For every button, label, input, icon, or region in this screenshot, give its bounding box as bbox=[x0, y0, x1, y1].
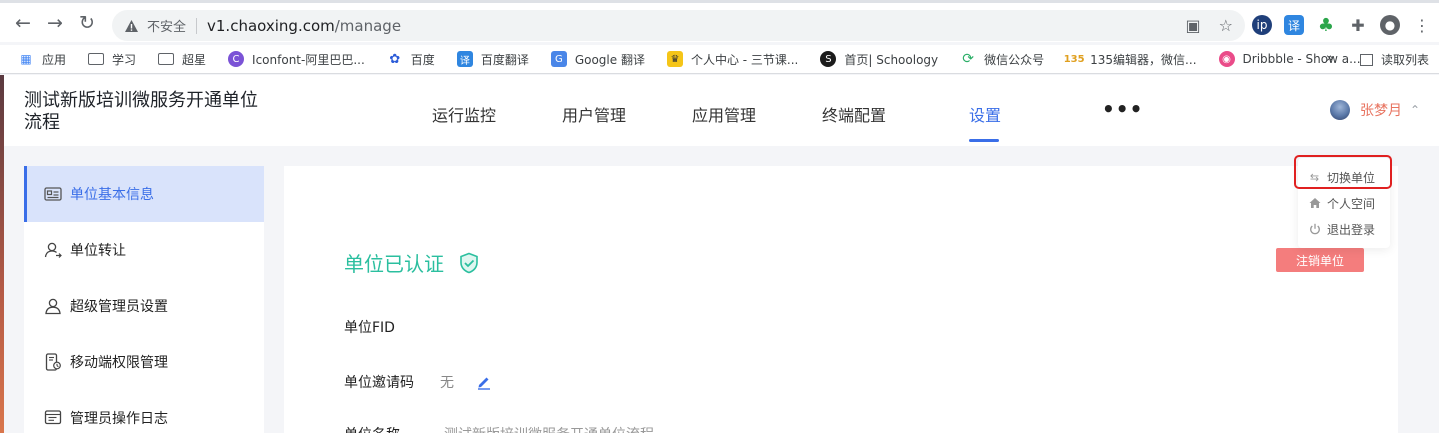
avatar bbox=[1330, 100, 1350, 120]
bookmarks-overflow-icon[interactable]: » bbox=[1326, 51, 1334, 66]
id-card-icon bbox=[44, 185, 62, 203]
sidebar-item-mobile-permissions[interactable]: 移动端权限管理 bbox=[24, 334, 264, 390]
sidebar-item-label: 单位转让 bbox=[70, 243, 126, 259]
bookmark-item[interactable]: ◉ Dribbble - Show a... bbox=[1218, 51, 1361, 67]
bookmark-item[interactable]: G Google 翻译 bbox=[550, 51, 645, 68]
bookmark-item[interactable]: 译百度翻译 bbox=[456, 51, 529, 68]
insecure-label: 不安全 bbox=[147, 20, 187, 35]
baidu-paw-icon: ✿ bbox=[389, 51, 401, 67]
home-icon bbox=[1308, 197, 1321, 210]
edit-icon[interactable] bbox=[476, 374, 492, 390]
bookmark-item[interactable]: 超星 bbox=[158, 51, 206, 68]
apps-grid-icon: ▦ bbox=[20, 52, 32, 66]
sidebar-item-basic-info[interactable]: 单位基本信息 bbox=[24, 166, 264, 222]
bookmark-item[interactable]: S 首页| Schoology bbox=[820, 51, 938, 68]
admin-user-icon bbox=[44, 297, 62, 315]
puzzle-extensions-icon[interactable]: ✚ bbox=[1348, 15, 1368, 35]
bookmark-item[interactable]: ▦ 应用 bbox=[18, 51, 66, 68]
bookmark-item[interactable]: 学习 bbox=[88, 51, 136, 68]
nav-app-management[interactable]: 应用管理 bbox=[692, 102, 756, 126]
mobile-permission-icon bbox=[44, 353, 62, 371]
user-menu-trigger[interactable]: 张梦月 ⌃ bbox=[1330, 100, 1420, 120]
editor-135-icon: 135 bbox=[1063, 53, 1085, 65]
folder-icon bbox=[88, 53, 105, 65]
clover-extension-icon[interactable]: ♣ bbox=[1316, 15, 1336, 36]
url-separator bbox=[196, 17, 198, 34]
chevron-up-icon: ⌃ bbox=[1410, 103, 1421, 117]
menu-item-logout[interactable]: 退出登录 bbox=[1298, 216, 1390, 242]
sidebar-item-label: 移动端权限管理 bbox=[70, 355, 168, 371]
reading-list-icon bbox=[1359, 53, 1373, 66]
sidebar-item-transfer[interactable]: 单位转让 bbox=[24, 222, 264, 278]
profile-icon[interactable]: ● bbox=[1380, 15, 1400, 35]
more-icon[interactable]: ••• bbox=[1102, 97, 1143, 121]
annotation-highlight-box bbox=[1294, 155, 1392, 189]
field-value: 测试新版培训微服务开通单位流程 bbox=[444, 424, 654, 433]
url-host: v1.chaoxing.com bbox=[207, 16, 335, 35]
crown-icon: ♛ bbox=[666, 51, 683, 67]
sidebar-item-label: 超级管理员设置 bbox=[70, 299, 168, 315]
dribbble-icon: ◉ bbox=[1218, 51, 1235, 67]
translate-page-icon[interactable]: ▣ bbox=[1186, 16, 1201, 35]
bookmark-item[interactable]: 135 135编辑器，微信... bbox=[1063, 51, 1197, 68]
app-header: 测试新版培训微服务开通单位流程 运行监控 用户管理 应用管理 终端配置 设置 •… bbox=[4, 75, 1439, 146]
forward-icon[interactable]: → bbox=[42, 10, 68, 36]
verified-status: 单位已认证 bbox=[344, 248, 480, 277]
baidu-translate-icon: 译 bbox=[456, 51, 473, 67]
back-icon[interactable]: ← bbox=[10, 10, 36, 36]
sidebar-item-label: 管理员操作日志 bbox=[70, 411, 168, 427]
folder-icon bbox=[158, 53, 175, 65]
bookmark-item[interactable]: ✿ 百度 bbox=[387, 51, 434, 68]
iconfont-icon: C bbox=[228, 51, 245, 67]
field-invite-code: 单位邀请码 无 bbox=[344, 372, 492, 392]
menu-item-personal-space[interactable]: 个人空间 bbox=[1298, 190, 1390, 216]
nav-active-indicator bbox=[969, 139, 999, 142]
field-org-fid: 单位FID bbox=[344, 317, 395, 337]
log-icon bbox=[44, 409, 62, 427]
reading-list-button[interactable]: 读取列表 bbox=[1359, 45, 1429, 74]
reload-icon[interactable]: ↻ bbox=[74, 10, 100, 36]
verified-title: 单位已认证 bbox=[344, 252, 444, 276]
user-name: 张梦月 bbox=[1360, 103, 1402, 119]
extensions-bar: ip 译 ♣ ✚ ● ⋮ bbox=[1252, 11, 1432, 39]
field-org-name: 单位名称 测试新版培训微服务开通单位流程 bbox=[344, 424, 654, 433]
shield-check-icon bbox=[458, 252, 480, 274]
org-title: 测试新版培训微服务开通单位流程 bbox=[24, 90, 258, 133]
schoology-icon: S bbox=[820, 51, 837, 67]
omnibox-actions: ▣ ☆ bbox=[1186, 10, 1233, 41]
url-path: /manage bbox=[334, 16, 402, 35]
sidebar-item-admin-log[interactable]: 管理员操作日志 bbox=[24, 390, 264, 433]
translate-extension-icon[interactable]: 译 bbox=[1284, 15, 1304, 35]
menu-kebab-icon[interactable]: ⋮ bbox=[1412, 15, 1432, 35]
settings-sidebar: 单位基本信息 单位转让 超级管理员设置 移动端权限管理 管理员操作日志 bbox=[24, 166, 264, 433]
nav-run-monitor[interactable]: 运行监控 bbox=[432, 102, 496, 126]
sidebar-item-super-admin[interactable]: 超级管理员设置 bbox=[24, 278, 264, 334]
field-value: 无 bbox=[440, 375, 454, 391]
sidebar-item-label: 单位基本信息 bbox=[70, 187, 154, 203]
bookmark-star-icon[interactable]: ☆ bbox=[1219, 16, 1233, 35]
field-label: 单位邀请码 bbox=[344, 375, 414, 391]
bookmark-item[interactable]: ♛ 个人中心 - 三节课... bbox=[666, 51, 798, 68]
user-transfer-icon bbox=[44, 241, 62, 259]
ip-extension-icon[interactable]: ip bbox=[1252, 15, 1272, 35]
address-bar[interactable]: 不安全 v1.chaoxing.com/manage ▣ ☆ bbox=[112, 10, 1245, 41]
field-label: 单位FID bbox=[344, 320, 395, 336]
browser-toolbar: ← → ↻ 不安全 v1.chaoxing.com/manage ▣ ☆ ip … bbox=[0, 0, 1439, 42]
bookmarks-bar: ▦ 应用 学习 超星 C Iconfont-阿里巴巴... ✿ 百度 译百度翻译 GG… bbox=[0, 45, 1439, 74]
deregister-org-button[interactable]: 注销单位 bbox=[1276, 248, 1364, 272]
google-translate-icon: G bbox=[550, 51, 567, 67]
field-label: 单位名称 bbox=[344, 424, 400, 433]
warning-icon bbox=[124, 19, 139, 33]
bookmark-item[interactable]: C Iconfont-阿里巴巴... bbox=[228, 51, 365, 68]
power-icon bbox=[1308, 223, 1321, 236]
nav-terminal-config[interactable]: 终端配置 bbox=[822, 102, 886, 126]
nav-settings[interactable]: 设置 bbox=[969, 102, 1001, 126]
wechat-icon: ⟳ bbox=[962, 51, 974, 67]
main-content: 单位已认证 注销单位 单位FID 单位邀请码 无 单位名称 测试新版培训微服务开… bbox=[284, 166, 1398, 433]
bookmark-item[interactable]: ⟳ 微信公众号 bbox=[960, 51, 1044, 68]
nav-user-management[interactable]: 用户管理 bbox=[562, 102, 626, 126]
